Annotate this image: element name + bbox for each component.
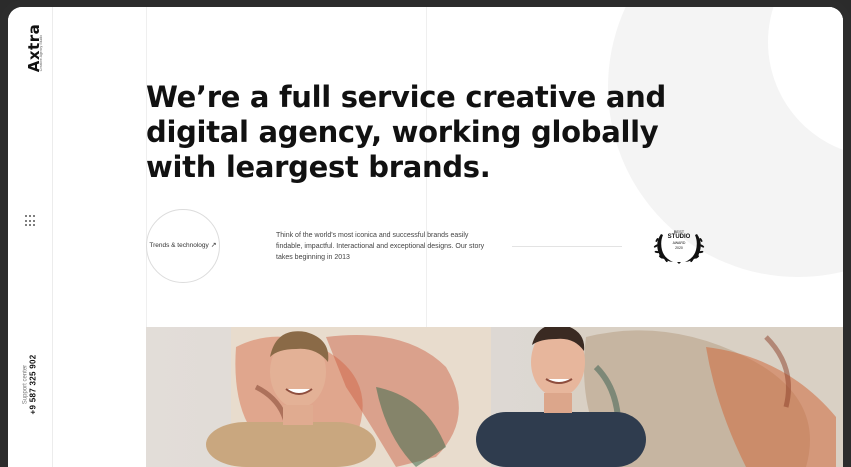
support-center[interactable]: Support center +9 587 325 902 — [23, 345, 38, 425]
website-screen: Axtra Creative Agency Studio Support cen… — [8, 7, 843, 467]
trends-technology-button[interactable]: Trends & technology ↗ — [146, 209, 220, 283]
hero-description: Think of the world's most iconica and su… — [276, 232, 485, 261]
grid-dots-icon[interactable] — [25, 215, 37, 227]
brand-logo[interactable]: Axtra Creative Agency Studio — [14, 24, 46, 85]
divider — [512, 246, 622, 247]
hero-headline: We’re a full service creative and digita… — [146, 80, 666, 184]
award-year: 2020 — [675, 246, 683, 250]
sidebar: Axtra Creative Agency Studio Support cen… — [8, 7, 53, 467]
device-frame: Axtra Creative Agency Studio Support cen… — [0, 0, 851, 467]
award-studio: STUDIO — [667, 234, 691, 240]
logo-tagline: Creative Agency Studio — [39, 34, 43, 72]
support-phone[interactable]: +9 587 325 902 — [29, 345, 38, 425]
trends-label: Trends & technology — [149, 242, 209, 249]
arrow-up-right-icon: ↗ — [210, 242, 217, 249]
team-photo-image — [146, 327, 843, 467]
best-studio-award: BEST STUDIO AWARD 2020 — [651, 226, 707, 266]
